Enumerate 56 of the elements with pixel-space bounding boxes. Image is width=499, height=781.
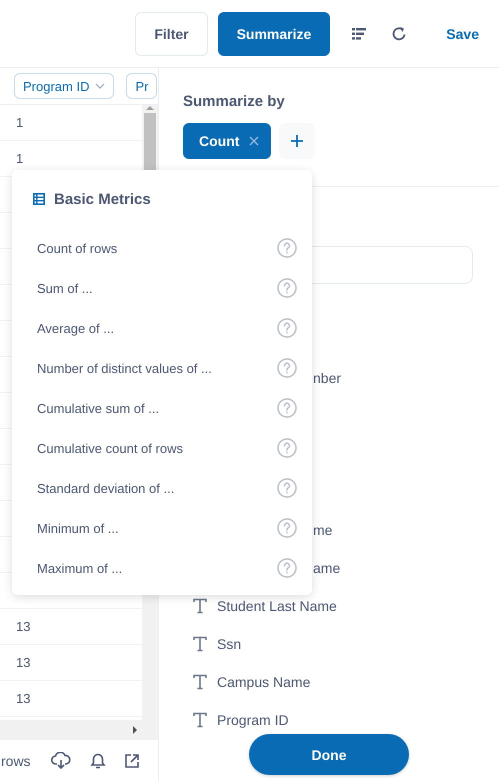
text-type-icon [193,636,207,652]
metric-option[interactable]: Cumulative sum of ... [12,388,312,428]
filter-button[interactable]: Filter [135,12,208,56]
plus-icon [291,135,304,147]
save-button[interactable]: Save [440,20,485,48]
text-type-icon [193,598,207,614]
summarize-button[interactable]: Summarize [218,12,330,56]
metric-option[interactable]: Minimum of ... [12,508,312,548]
chevron-down-icon [95,83,106,89]
help-icon [277,478,297,498]
list-icon[interactable] [352,28,366,40]
metric-option[interactable]: Count of rows [12,228,312,268]
field-label: nber [313,370,342,386]
help-icon [277,438,297,458]
column-header[interactable]: Program ID [14,73,114,99]
metric-option[interactable]: Number of distinct values of ... [12,348,312,388]
external-link-icon[interactable] [124,754,139,768]
column-header[interactable]: Pr [126,73,158,99]
field-item[interactable]: Campus Name [183,663,473,701]
popover-title: Basic Metrics [54,190,151,208]
field-label: me [313,522,332,538]
table-cell: 1 [16,115,24,130]
help-icon [277,278,297,298]
table-cell: 13 [16,691,30,706]
table-cell: 1 [16,151,24,166]
help-icon [277,318,297,338]
metric-option[interactable]: Average of ... [12,308,312,348]
help-icon [277,558,297,578]
field-item[interactable]: Student Last Name [183,587,473,625]
field-item[interactable]: Program ID [183,701,473,728]
horizontal-scrollbar[interactable] [0,720,158,740]
download-icon[interactable] [50,752,71,770]
table-cell: 13 [16,655,30,670]
help-icon [277,398,297,418]
bell-icon[interactable] [88,752,107,770]
field-label: ame [313,560,340,576]
add-button[interactable] [279,123,316,159]
metric-option[interactable]: Maximum of ... [12,548,312,588]
metric-option[interactable]: Sum of ... [12,268,312,308]
field-item[interactable]: Ssn [183,625,473,663]
metric-chip[interactable]: Count [183,123,272,159]
help-icon [277,518,297,538]
metric-option[interactable]: Standard deviation of ... [12,468,312,508]
scroll-right-icon[interactable] [132,726,138,734]
close-icon[interactable] [249,136,260,146]
text-type-icon [193,674,207,690]
table-icon [33,193,45,205]
text-type-icon [193,712,207,728]
help-icon [277,238,297,258]
table-cell: 13 [16,619,30,634]
help-icon [277,358,297,378]
row-count: rows [1,752,31,768]
metric-option[interactable]: Cumulative count of rows [12,428,312,468]
refresh-icon[interactable] [391,26,408,42]
done-button[interactable]: Done [249,734,409,775]
section-title: Summarize by [183,93,286,110]
